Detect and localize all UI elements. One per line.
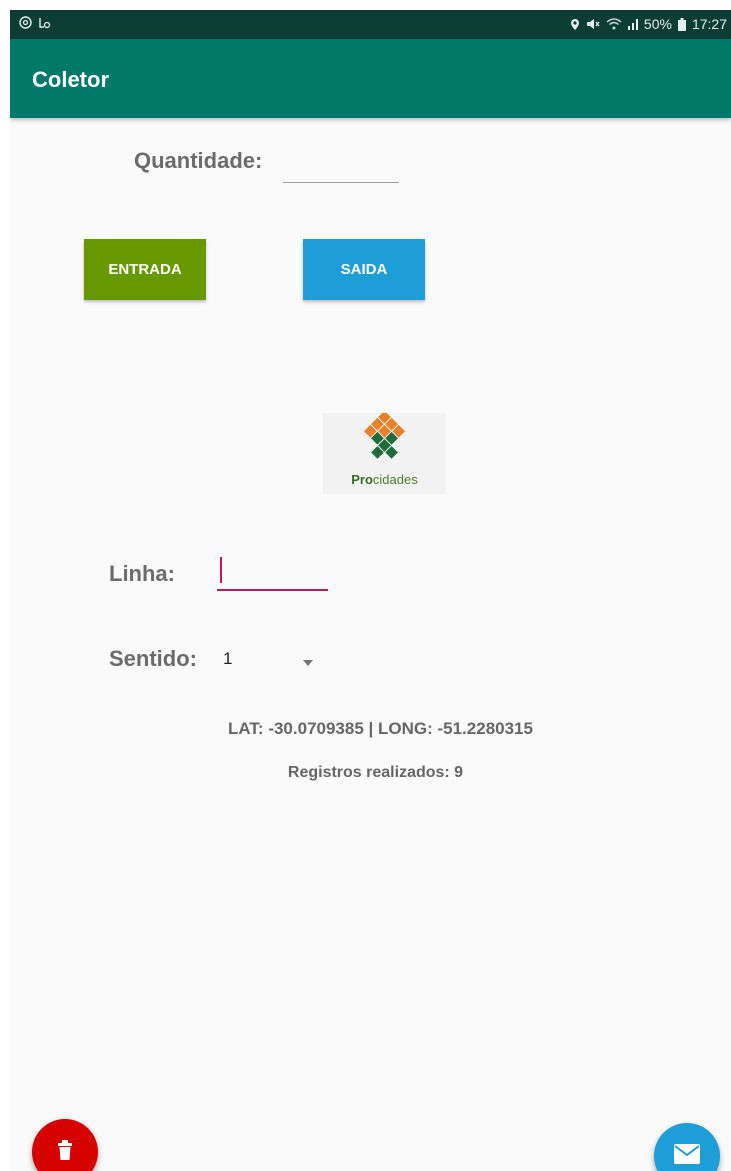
signal-icon [627, 18, 638, 30]
send-mail-fab[interactable] [654, 1123, 720, 1171]
location-pin-icon [570, 18, 580, 31]
at-sign-icon [19, 16, 32, 29]
logo-wordmark-bold: Pro [351, 472, 373, 487]
dropdown-arrow-icon [303, 653, 313, 671]
saida-button[interactable]: SAIDA [303, 239, 425, 300]
status-bar-right: 50% 17:27 [570, 16, 727, 32]
status-bar: 50% 17:27 [10, 10, 731, 39]
procidades-logo: Procidades [323, 410, 446, 494]
mail-icon [673, 1143, 701, 1170]
wifi-icon [606, 18, 622, 30]
coordinates-text: LAT: -30.0709385 | LONG: -51.2280315 [228, 719, 533, 738]
delete-fab[interactable] [32, 1119, 98, 1171]
app-title: Coletor [32, 67, 109, 92]
linha-input[interactable] [217, 555, 328, 591]
linha-label: Linha: [109, 561, 175, 586]
status-time: 17:27 [691, 16, 727, 32]
text-cursor [220, 557, 222, 583]
battery-icon [677, 17, 686, 31]
entrada-button[interactable]: ENTRADA [84, 239, 206, 300]
status-bar-left [19, 16, 51, 29]
quantity-label: Quantidade: [134, 148, 263, 173]
screenshot-icon [38, 16, 51, 29]
sentido-dropdown[interactable]: 1 [223, 646, 323, 674]
sentido-selected-value: 1 [223, 649, 233, 668]
trash-icon [57, 1139, 73, 1165]
app-bar: Coletor [10, 39, 731, 118]
sentido-label: Sentido: [109, 646, 197, 671]
logo-wordmark: Procidades [323, 472, 446, 487]
app-screen: 50% 17:27 Coletor Quantidade: ENTRADA SA… [10, 10, 731, 1171]
logo-mark [363, 410, 406, 459]
logo-wordmark-rest: cidades [372, 472, 418, 487]
battery-percent: 50% [643, 16, 672, 32]
quantity-input[interactable] [283, 158, 399, 183]
registros-count: Registros realizados: 9 [287, 764, 464, 781]
mute-icon [586, 18, 600, 30]
